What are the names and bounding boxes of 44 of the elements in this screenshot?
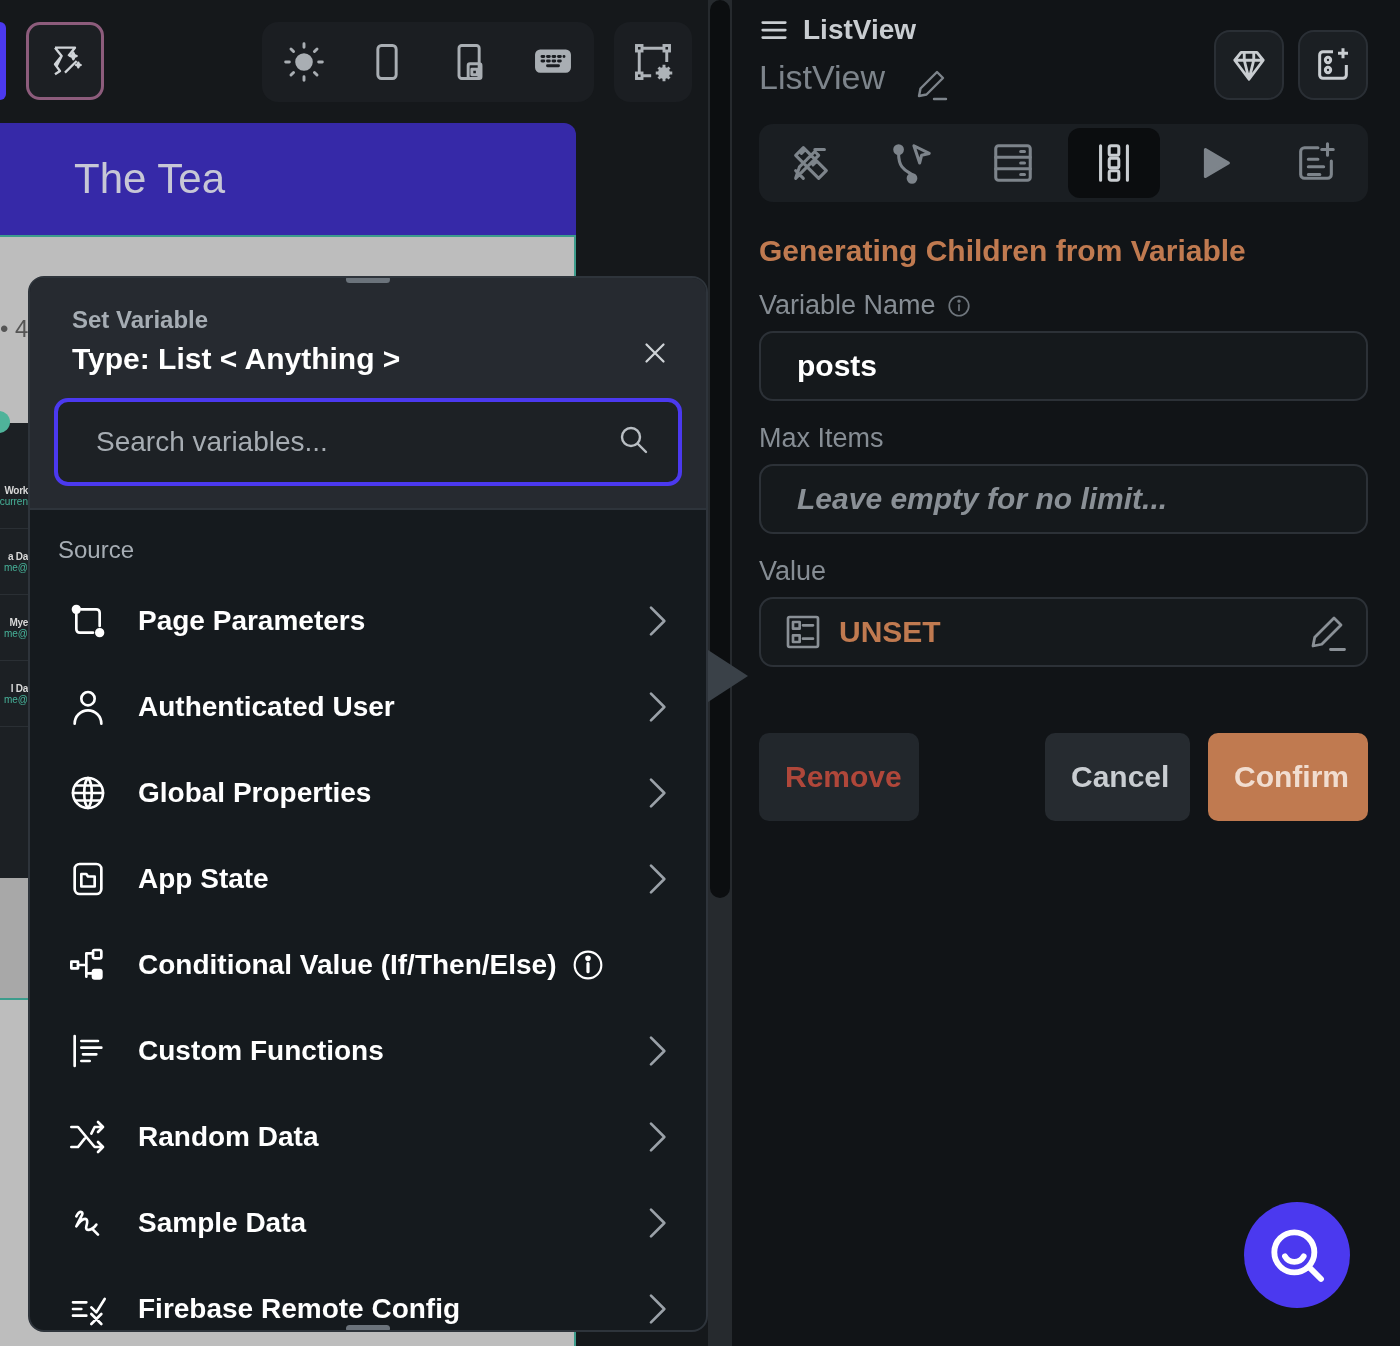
source-item[interactable]: Random Data [58,1094,706,1180]
input-field[interactable]: Leave empty for no limit... [759,464,1368,534]
source-item[interactable]: Firebase Remote Config [58,1266,706,1330]
drag-handle[interactable] [346,1325,390,1330]
value-field[interactable]: UNSET [759,597,1368,667]
tab[interactable] [1068,128,1160,198]
ai-button[interactable] [26,22,104,100]
list-text: • 4 [0,315,30,343]
field-label: Max Items [759,423,885,454]
item-subtitle: curren [0,495,28,507]
field-label: Value [759,556,828,587]
source-item[interactable]: Conditional Value (If/Then/Else) [58,922,706,1008]
sun-icon[interactable] [281,40,326,84]
input-field[interactable]: posts [759,331,1368,401]
source-item[interactable]: Page Parameters [58,578,706,664]
section-label: Source [58,536,136,564]
source-item[interactable]: Custom Functions [58,1008,706,1094]
popup-title: Type: List < Anything > [72,342,401,376]
drag-handle[interactable] [346,278,390,283]
item-title: l Da [10,682,28,694]
tree-settings-button[interactable] [614,22,692,102]
add-widget-button[interactable] [1298,30,1368,100]
field-label: Variable Name [759,290,936,321]
toolbar-button[interactable] [0,22,6,100]
widget-type: ListView [803,14,917,46]
source-item[interactable]: Authenticated User [58,664,706,750]
app-title: The Tea [74,155,225,203]
cancel-button[interactable]: Cancel [1045,733,1190,821]
section-heading: Generating Children from Variable [759,234,1247,268]
source-item[interactable]: Sample Data [58,1180,706,1266]
item-title: Work [4,484,28,496]
scrollbar-thumb[interactable] [710,0,730,898]
item-title: Mye [9,616,28,628]
item-title: a Da [8,550,28,562]
popup-caption: Set Variable [72,306,210,334]
source-item[interactable]: App State [58,836,706,922]
item-subtitle: me@ [3,627,28,639]
search-field[interactable]: Search variables... [30,376,706,508]
source-item[interactable]: Global Properties [58,750,706,836]
widget-name: ListView [759,57,885,97]
info-icon[interactable] [572,949,605,981]
item-subtitle: me@ [3,561,28,573]
diamond-button[interactable] [1214,30,1284,100]
item-subtitle: me@ [3,693,28,705]
